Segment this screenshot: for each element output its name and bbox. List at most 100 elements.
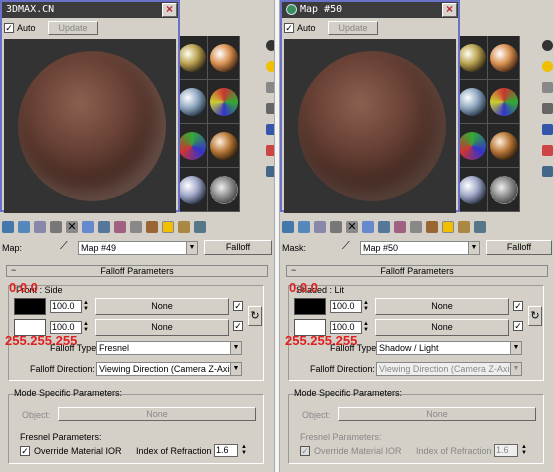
- falloff-type-dropdown[interactable]: Fresnel ▼: [96, 341, 242, 355]
- close-button[interactable]: ×: [162, 3, 177, 17]
- percent-spinner-1[interactable]: 100.0: [330, 300, 362, 313]
- reset-icon[interactable]: [330, 221, 342, 233]
- backlight-icon[interactable]: [541, 61, 553, 72]
- spinner-arrows[interactable]: ▲ ▼: [240, 444, 248, 457]
- material-id-icon[interactable]: [114, 221, 126, 233]
- sample-slot[interactable]: [488, 124, 519, 167]
- sample-slot[interactable]: [456, 168, 487, 211]
- make-unique-icon[interactable]: [82, 221, 94, 233]
- object-pick-button[interactable]: None: [338, 407, 536, 421]
- override-ior-checkbox[interactable]: ✓: [20, 446, 30, 456]
- put-to-scene-icon[interactable]: [298, 221, 310, 233]
- get-material-icon[interactable]: [282, 221, 294, 233]
- map-enable-checkbox-1[interactable]: ✓: [233, 301, 243, 311]
- sample-slot[interactable]: [208, 168, 239, 211]
- close-button[interactable]: ×: [442, 3, 457, 17]
- spinner-arrows[interactable]: ▲ ▼: [362, 321, 370, 334]
- falloff-rollout-header[interactable]: − Falloff Parameters: [6, 265, 268, 277]
- put-to-library-icon[interactable]: [378, 221, 390, 233]
- update-button[interactable]: Update: [328, 21, 378, 35]
- show-end-result-icon[interactable]: [426, 221, 438, 233]
- options-icon[interactable]: [541, 166, 553, 177]
- spinner-arrows[interactable]: ▲ ▼: [82, 300, 90, 313]
- ior-spinner[interactable]: 1.6: [214, 444, 238, 457]
- auto-checkbox[interactable]: ✓: [4, 23, 14, 33]
- spinner-arrows[interactable]: ▲ ▼: [520, 444, 528, 457]
- map-name-field[interactable]: Map #49 ▼: [78, 241, 198, 255]
- go-forward-icon[interactable]: [178, 221, 190, 233]
- make-unique-icon[interactable]: [362, 221, 374, 233]
- override-ior-checkbox[interactable]: ✓: [300, 446, 310, 456]
- map-enable-checkbox-2[interactable]: ✓: [233, 321, 243, 331]
- show-map-icon[interactable]: [410, 221, 422, 233]
- map-type-button[interactable]: Falloff: [486, 240, 552, 255]
- map-slot-1[interactable]: None: [95, 298, 229, 315]
- map-name-field[interactable]: Map #50 ▼: [360, 241, 480, 255]
- falloff-rollout-header[interactable]: − Falloff Parameters: [286, 265, 548, 277]
- sample-slot[interactable]: [208, 36, 239, 79]
- swap-colors-button[interactable]: ↻: [248, 306, 262, 326]
- pick-material-icon[interactable]: [474, 221, 486, 233]
- video-check-icon[interactable]: [541, 124, 553, 135]
- color-swatch-black[interactable]: [294, 298, 326, 315]
- sample-slot[interactable]: [176, 80, 207, 123]
- sample-slot[interactable]: [176, 168, 207, 211]
- ior-spinner[interactable]: 1.6: [494, 444, 518, 457]
- get-material-icon[interactable]: [2, 221, 14, 233]
- delete-icon[interactable]: ✕: [66, 221, 78, 233]
- assign-material-icon[interactable]: [34, 221, 46, 233]
- uv-tiling-icon[interactable]: [541, 103, 553, 114]
- go-to-parent-icon[interactable]: [442, 221, 454, 233]
- sample-type-icon[interactable]: [265, 40, 274, 51]
- pick-material-icon[interactable]: [194, 221, 206, 233]
- delete-icon[interactable]: ✕: [346, 221, 358, 233]
- put-to-scene-icon[interactable]: [18, 221, 30, 233]
- make-preview-icon[interactable]: [541, 145, 553, 156]
- sample-slot[interactable]: [456, 124, 487, 167]
- swap-colors-button[interactable]: ↻: [528, 306, 542, 326]
- sample-slot[interactable]: [488, 80, 519, 123]
- background-icon[interactable]: [541, 82, 553, 93]
- sample-slot[interactable]: [456, 36, 487, 79]
- show-map-icon[interactable]: [130, 221, 142, 233]
- options-icon[interactable]: [265, 166, 274, 177]
- eyedropper-icon[interactable]: ⟋: [60, 240, 68, 253]
- sample-slot[interactable]: [176, 124, 207, 167]
- map-enable-checkbox-2[interactable]: ✓: [513, 321, 523, 331]
- sample-slot[interactable]: [176, 36, 207, 79]
- falloff-direction-dropdown[interactable]: Viewing Direction (Camera Z-Axis) ▼: [96, 362, 242, 376]
- sample-slot[interactable]: [488, 36, 519, 79]
- map-slot-2[interactable]: None: [95, 319, 229, 336]
- material-id-icon[interactable]: [394, 221, 406, 233]
- sample-slot[interactable]: [456, 80, 487, 123]
- go-forward-icon[interactable]: [458, 221, 470, 233]
- go-to-parent-icon[interactable]: [162, 221, 174, 233]
- falloff-type-dropdown[interactable]: Shadow / Light ▼: [376, 341, 522, 355]
- percent-spinner-1[interactable]: 100.0: [50, 300, 82, 313]
- put-to-library-icon[interactable]: [98, 221, 110, 233]
- map-type-button[interactable]: Falloff: [204, 240, 272, 255]
- map-enable-checkbox-1[interactable]: ✓: [513, 301, 523, 311]
- background-icon[interactable]: [265, 82, 274, 93]
- video-check-icon[interactable]: [265, 124, 274, 135]
- auto-checkbox[interactable]: ✓: [284, 23, 294, 33]
- assign-material-icon[interactable]: [314, 221, 326, 233]
- show-end-result-icon[interactable]: [146, 221, 158, 233]
- uv-tiling-icon[interactable]: [265, 103, 274, 114]
- spinner-arrows[interactable]: ▲ ▼: [82, 321, 90, 334]
- sample-slot[interactable]: [208, 124, 239, 167]
- sample-slot[interactable]: [208, 80, 239, 123]
- reset-icon[interactable]: [50, 221, 62, 233]
- color-swatch-black[interactable]: [14, 298, 46, 315]
- map-slot-1[interactable]: None: [375, 298, 509, 315]
- sample-type-icon[interactable]: [541, 40, 553, 51]
- spinner-arrows[interactable]: ▲ ▼: [362, 300, 370, 313]
- eyedropper-icon[interactable]: ⟋: [342, 240, 350, 253]
- sample-slot[interactable]: [488, 168, 519, 211]
- map-slot-2[interactable]: None: [375, 319, 509, 336]
- update-button[interactable]: Update: [48, 21, 98, 35]
- backlight-icon[interactable]: [265, 61, 274, 72]
- falloff-direction-dropdown[interactable]: Viewing Direction (Camera Z-Axis) ▼: [376, 362, 522, 376]
- make-preview-icon[interactable]: [265, 145, 274, 156]
- object-pick-button[interactable]: None: [58, 407, 256, 421]
